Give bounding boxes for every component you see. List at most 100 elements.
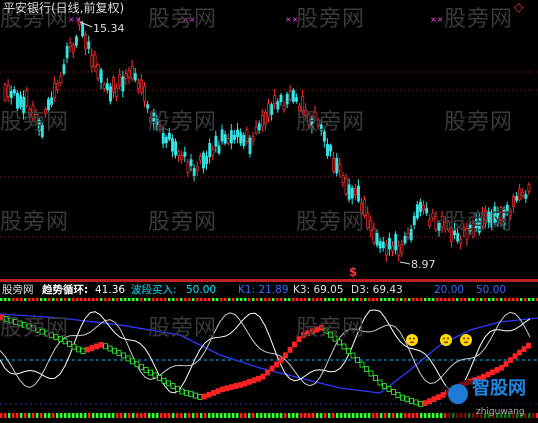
d3-value: D3: 69.43 [351, 284, 403, 296]
header-tick [220, 298, 223, 301]
header-tick [376, 298, 379, 301]
bottom-tick [356, 413, 359, 418]
cycle-bar [499, 364, 504, 371]
candle-body [353, 188, 357, 196]
bottom-tick [420, 413, 423, 418]
bottom-tick [16, 413, 19, 418]
bottom-tick [192, 413, 195, 418]
buy-signal-mouth [410, 341, 414, 344]
candle-body [164, 136, 168, 144]
candle-body [518, 188, 522, 201]
bottom-tick [228, 413, 231, 418]
candle-body [112, 76, 116, 93]
watermark: 股旁网 [148, 210, 218, 235]
bottom-tick [132, 413, 135, 418]
bottom-tick [316, 413, 319, 418]
bottom-tick [108, 413, 111, 418]
candle-body [233, 134, 236, 140]
buy-signal-icon [460, 334, 472, 346]
header-tick [336, 298, 339, 301]
header-tick [188, 298, 191, 301]
bottom-tick [284, 413, 287, 418]
candle-body [214, 135, 218, 147]
bottom-tick [240, 413, 243, 418]
bottom-tick [176, 413, 179, 418]
diamond-icon[interactable]: ◇ [514, 1, 523, 14]
header-tick [488, 298, 491, 301]
header-tick [248, 298, 251, 301]
candle-body [87, 41, 91, 49]
header-tick [140, 298, 143, 301]
bottom-tick [248, 413, 251, 418]
header-tick [360, 298, 363, 301]
header-tick [224, 298, 227, 301]
bottom-tick [344, 413, 347, 418]
cycle-bar [157, 375, 162, 381]
bottom-tick [352, 413, 355, 418]
header-tick [8, 298, 11, 301]
candle-body [254, 126, 258, 134]
header-tick [68, 298, 71, 301]
bottom-tick [24, 413, 27, 418]
header-tick [372, 298, 375, 301]
header-tick [304, 298, 307, 301]
bottom-tick [8, 413, 11, 418]
header-tick [468, 298, 471, 301]
cycle-bar [287, 346, 293, 353]
cycle-bar [152, 372, 158, 379]
bottom-tick [104, 413, 107, 418]
header-tick [184, 298, 187, 301]
candle-body [428, 219, 432, 227]
candle-body [223, 134, 227, 144]
candle-body [229, 130, 233, 144]
candle-body [133, 73, 137, 81]
header-tick [20, 298, 23, 301]
buy-signal-eye [463, 337, 465, 340]
bottom-tick [196, 413, 199, 418]
watermark: 股旁网 [296, 110, 366, 135]
header-tick [256, 298, 259, 301]
candle-body [56, 83, 60, 90]
header-tick [324, 298, 327, 301]
candle-body [143, 86, 147, 102]
candle-body [127, 69, 131, 78]
candle-body [378, 241, 382, 249]
cycle-bar [67, 341, 72, 347]
header-tick [4, 298, 7, 301]
bottom-tick [168, 413, 171, 418]
header-tick [512, 298, 515, 301]
candle-body [329, 145, 333, 152]
cycle-bar [175, 385, 180, 392]
cycle-bar [215, 388, 221, 395]
header-tick [264, 298, 267, 301]
candle-body [332, 158, 336, 172]
cycle-bar [238, 381, 243, 388]
cycle-bar [292, 341, 297, 348]
cycle-bar [503, 361, 509, 367]
cycle-bar [98, 341, 104, 348]
header-tick [176, 298, 179, 301]
candle-body [291, 89, 295, 103]
cycle-bar [242, 380, 248, 387]
candle-body [81, 23, 85, 37]
stock-chart-window: ×× ×× ×× ×× 股旁网 股旁网 股旁网 股旁网 股旁网 股旁网 股旁网 股旁网… [0, 0, 538, 423]
bottom-tick [328, 413, 331, 418]
bottom-tick [116, 413, 119, 418]
bottom-tick [4, 413, 7, 418]
bottom-tick [404, 413, 407, 418]
watermark: 股旁网 [444, 110, 514, 135]
high-price-label: 15.34 [93, 22, 125, 35]
cycle-bar [220, 386, 225, 393]
candle-body [357, 185, 360, 202]
cycle-bar [418, 401, 423, 407]
candle-body [524, 194, 528, 199]
bottom-tick [392, 413, 395, 418]
candle-body [180, 154, 184, 160]
header-tick [0, 298, 3, 301]
header-tick [460, 298, 463, 301]
header-tick [28, 298, 31, 301]
header-tick [484, 298, 487, 301]
cycle-bar [427, 398, 432, 405]
cycle-bar [364, 366, 369, 372]
cycle-bar [341, 343, 347, 350]
